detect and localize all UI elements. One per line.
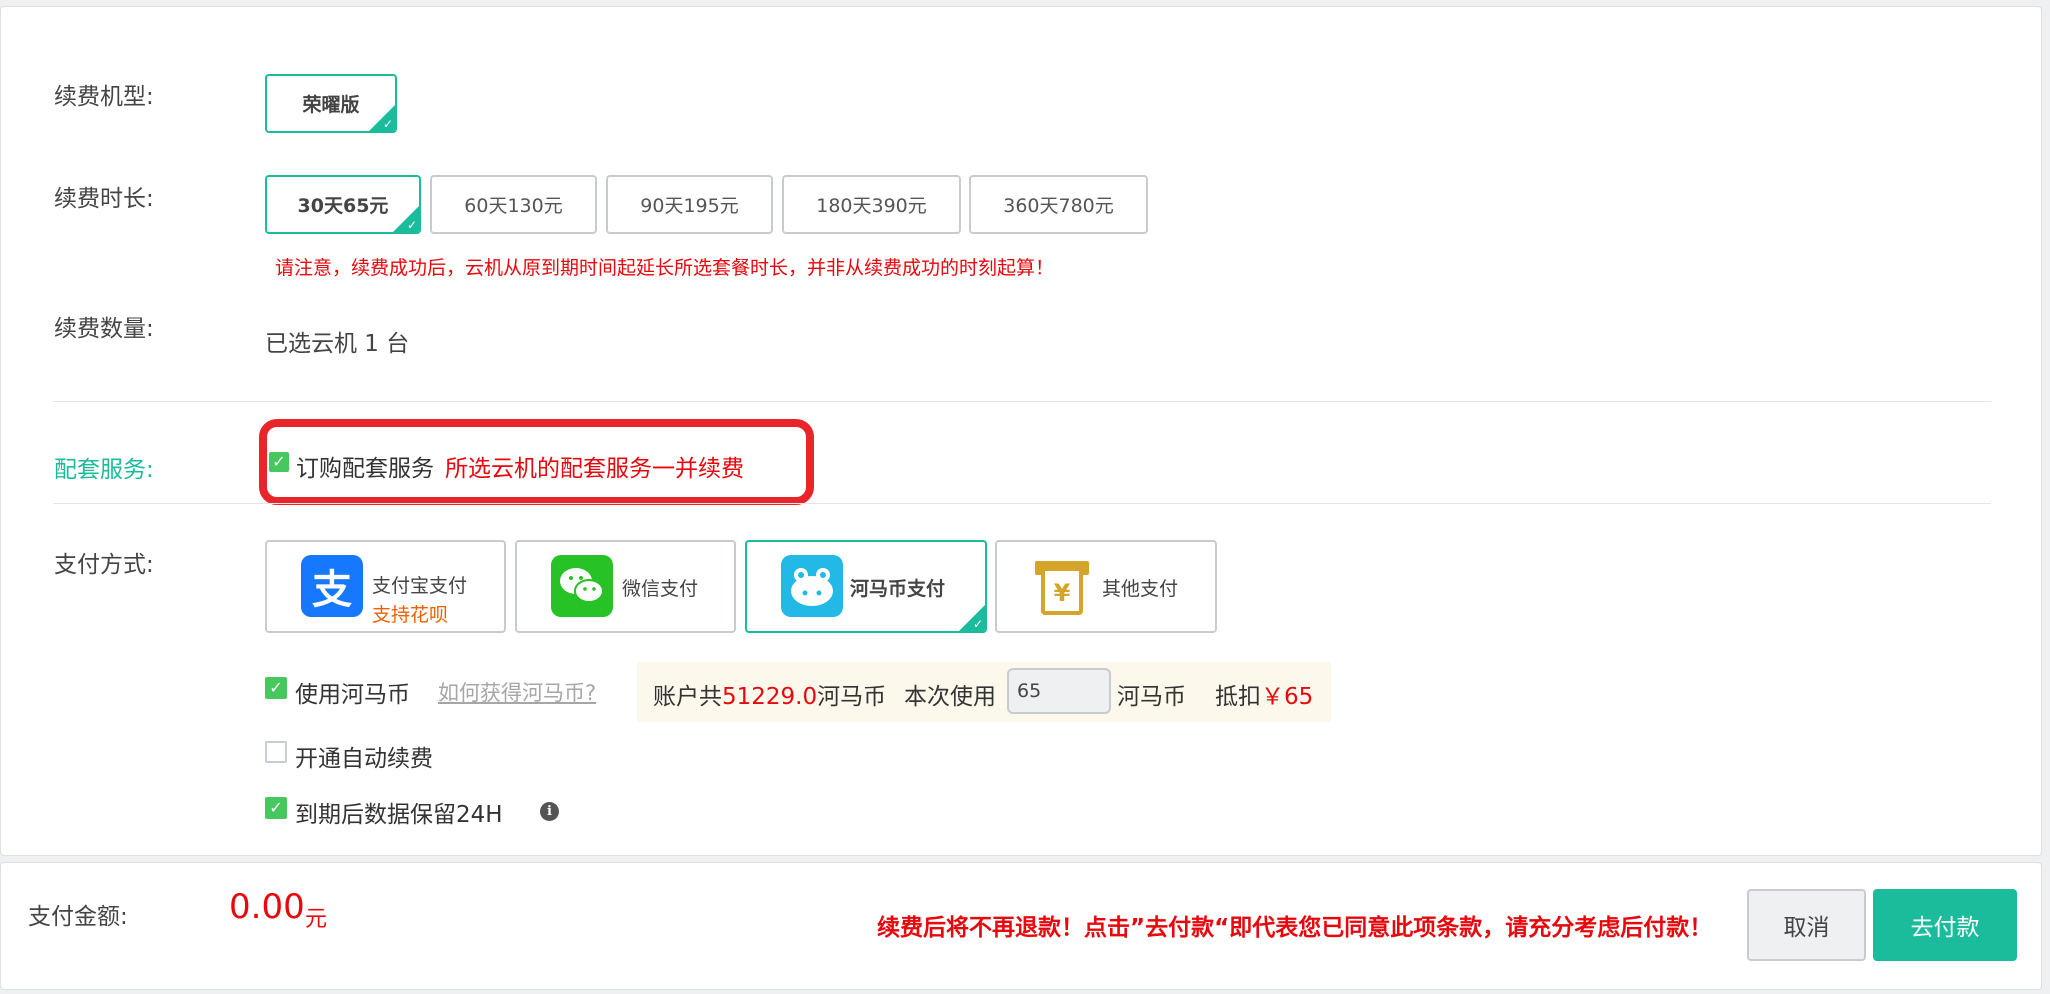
- coin-account-prefix: 账户共: [653, 684, 722, 710]
- renewal-form-panel: 续费机型: 荣曜版 ✓ 续费时长: 30天65元 ✓ 60天130元 90天19…: [0, 6, 2042, 856]
- svg-text:¥: ¥: [1054, 579, 1071, 607]
- coin-deduct: 抵扣￥65: [1215, 677, 1313, 711]
- coin-unit: 河马币: [817, 684, 887, 710]
- services-note: 所选云机的配套服务一并续费: [445, 456, 744, 482]
- wechat-icon: [551, 555, 613, 617]
- duration-option-label: 60天130元: [464, 195, 563, 217]
- duration-option-60[interactable]: 60天130元: [430, 175, 597, 234]
- payment-method-wechat[interactable]: 微信支付: [515, 540, 736, 633]
- check-icon: ✓: [406, 218, 417, 232]
- refund-warning: 续费后将不再退款！点击”去付款“即代表您已同意此项条款，请充分考虑后付款！: [877, 915, 1713, 941]
- pay-button[interactable]: 去付款: [1873, 889, 2017, 961]
- payment-method-sub: 支持花呗: [372, 604, 449, 626]
- payment-method-name: 河马币支付: [850, 578, 946, 600]
- amount-label: 支付金额:: [28, 904, 128, 930]
- duration-option-30[interactable]: 30天65元 ✓: [265, 175, 421, 234]
- duration-notice: 请注意，续费成功后，云机从原到期时间起延长所选套餐时长，并非从续费成功的时刻起算…: [275, 257, 1055, 279]
- model-label: 续费机型:: [54, 84, 154, 110]
- payment-method-hippo[interactable]: 河马币支付 ✓: [745, 540, 987, 633]
- coin-account-text: 账户共51229.0河马币: [653, 677, 886, 711]
- quantity-value: 已选云机 1 台: [265, 331, 410, 357]
- model-option-label: 荣曜版: [302, 94, 360, 116]
- duration-option-label: 360天780元: [1003, 195, 1114, 217]
- coin-use-prefix: 本次使用: [904, 684, 996, 710]
- retain-data-checkbox[interactable]: ✓: [265, 797, 287, 819]
- auto-renew-checkbox[interactable]: [265, 741, 287, 763]
- check-icon: ✓: [972, 617, 983, 631]
- payment-method-name: 其他支付: [1102, 578, 1179, 600]
- coin-balance: 51229.0: [722, 684, 818, 710]
- use-coins-label: 使用河马币: [295, 682, 410, 708]
- payment-method-other[interactable]: ¥ 其他支付: [995, 540, 1217, 633]
- duration-option-label: 90天195元: [640, 195, 739, 217]
- amount-value: 0.00: [229, 887, 305, 927]
- payment-label: 支付方式:: [54, 552, 154, 578]
- coin-deduct-label: 抵扣: [1215, 684, 1261, 710]
- yuan-terminal-icon: ¥: [1031, 555, 1093, 617]
- duration-option-90[interactable]: 90天195元: [606, 175, 773, 234]
- payment-method-name: 微信支付: [622, 578, 699, 600]
- check-icon: ✓: [269, 678, 283, 697]
- check-icon: ✓: [382, 117, 393, 131]
- cancel-button[interactable]: 取消: [1747, 889, 1866, 961]
- payment-method-name: 支付宝支付: [372, 575, 468, 597]
- alipay-icon: 支: [301, 555, 363, 617]
- use-coins-checkbox[interactable]: ✓: [265, 677, 287, 699]
- services-checkbox[interactable]: ✓: [269, 452, 289, 472]
- coin-unit-label: 河马币: [1117, 684, 1186, 710]
- quantity-label: 续费数量:: [54, 316, 154, 342]
- auto-renew-label: 开通自动续费: [295, 746, 433, 772]
- duration-option-label: 30天65元: [297, 195, 389, 217]
- payment-method-alipay[interactable]: 支 支付宝支付 支持花呗: [265, 540, 506, 633]
- duration-label: 续费时长:: [54, 186, 154, 212]
- duration-option-label: 180天390元: [816, 195, 927, 217]
- model-option-rongyao[interactable]: 荣曜版 ✓: [265, 74, 397, 133]
- payment-footer: 支付金额: 0.00 元 续费后将不再退款！点击”去付款“即代表您已同意此项条款…: [0, 862, 2042, 990]
- check-icon: ✓: [269, 798, 283, 817]
- check-icon: ✓: [272, 452, 286, 471]
- services-label: 配套服务:: [54, 457, 154, 483]
- hippo-icon: [781, 555, 843, 617]
- duration-option-360[interactable]: 360天780元: [969, 175, 1148, 234]
- coin-deduct-amount: ￥65: [1261, 684, 1314, 710]
- section-divider: [53, 401, 1991, 402]
- retain-data-label: 到期后数据保留24H: [295, 802, 503, 828]
- amount-currency: 元: [305, 907, 328, 932]
- duration-option-180[interactable]: 180天390元: [782, 175, 961, 234]
- how-to-get-coins-link[interactable]: 如何获得河马币?: [438, 677, 596, 707]
- services-checkbox-label: 订购配套服务: [296, 456, 434, 482]
- coin-amount-input[interactable]: [1007, 668, 1111, 714]
- info-icon[interactable]: i: [540, 802, 559, 821]
- section-divider: [53, 503, 1991, 504]
